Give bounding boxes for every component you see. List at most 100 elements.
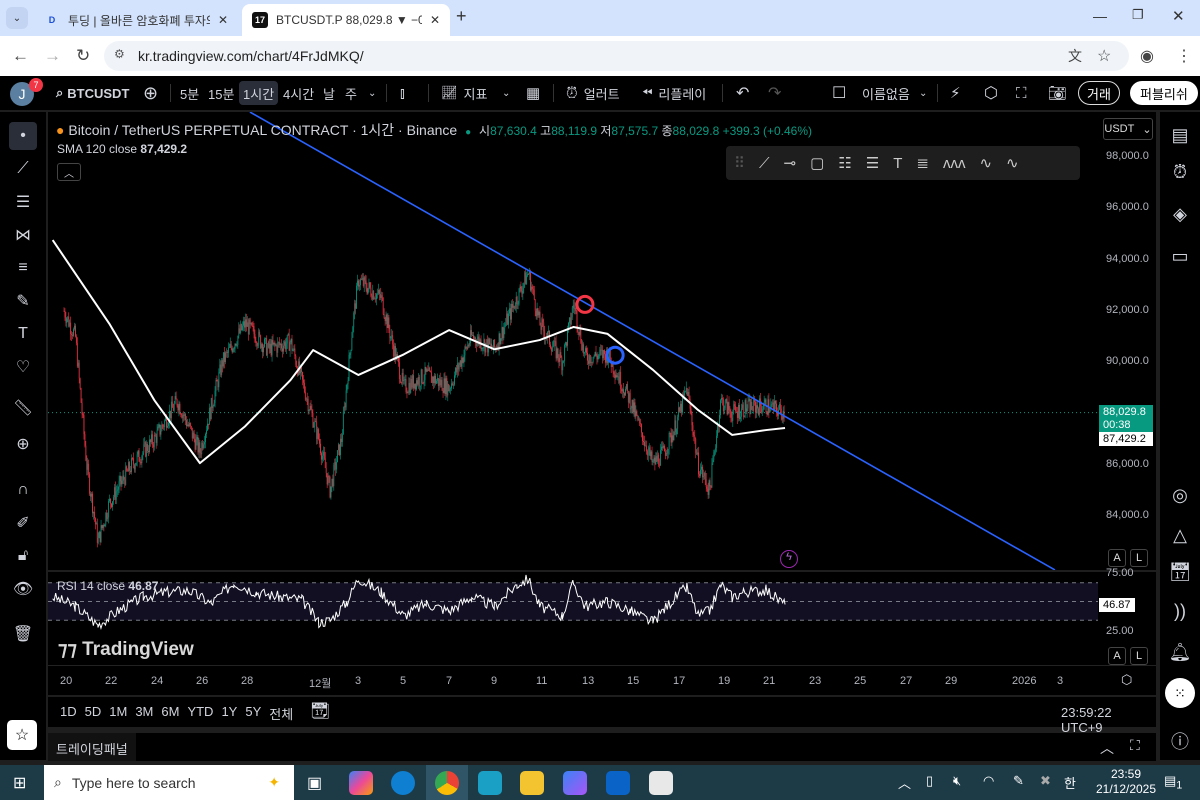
help-icon[interactable]: ⓘ	[1167, 728, 1193, 754]
log-scale-button[interactable]: L	[1130, 549, 1148, 567]
ime-indicator[interactable]: 한	[1064, 773, 1076, 792]
chart-pane[interactable]: ● Bitcoin / TetherUS PERPETUAL CONTRACT …	[48, 112, 1156, 695]
close-circle-icon[interactable]: ✖	[1040, 773, 1051, 789]
windows-start-icon[interactable]: ⊞	[13, 773, 26, 793]
heart-icon[interactable]: ♡	[9, 353, 37, 381]
ideas-icon[interactable]: △	[1167, 522, 1193, 548]
chat-icon[interactable]: ▭	[1167, 243, 1193, 269]
browser-tab-tradingview[interactable]: 17 BTCUSDT.P 88,029.8 ▼ −0.33% ✕	[242, 4, 450, 36]
notifications-bell-icon[interactable]: 🔔︎	[1167, 639, 1193, 665]
forward-icon[interactable]: →	[44, 46, 61, 66]
symbol-search-button[interactable]: ⌕ BTCUSDT	[52, 81, 133, 105]
close-tab-icon[interactable]: ✕	[430, 13, 440, 27]
calendar-icon[interactable]: 📅︎	[1167, 559, 1193, 585]
quick-search-icon[interactable]: ⚡︎	[946, 81, 965, 105]
task-view-icon[interactable]: ▣	[307, 773, 322, 793]
range-4[interactable]: 6M	[157, 704, 183, 723]
range-5[interactable]: YTD	[183, 704, 217, 723]
range-2[interactable]: 1M	[105, 704, 131, 723]
bookmark-star-icon[interactable]: ☆	[1097, 46, 1111, 66]
alerts-clock-icon[interactable]: ⏰︎	[1167, 159, 1193, 185]
elliott-wave-icon[interactable]: ∿	[979, 154, 992, 172]
chart-canvas[interactable]	[48, 112, 1156, 695]
tray-chevron-icon[interactable]: ︿	[898, 773, 911, 792]
head-shoulders-icon[interactable]: ᴧᴧᴧ	[943, 155, 966, 172]
translate-icon[interactable]: 文	[1068, 46, 1082, 66]
notification-center-icon[interactable]: ▤1	[1164, 773, 1182, 792]
edge-browser-icon[interactable]	[391, 771, 415, 795]
chrome-taskbar-item[interactable]	[426, 765, 468, 800]
settings-hexagon-icon[interactable]: ⬡	[980, 81, 1002, 105]
indicators-dropdown-icon[interactable]: ⌄	[498, 81, 514, 105]
trading-panel-tab[interactable]: 트레이딩패널	[48, 733, 136, 761]
drag-handle-icon[interactable]: ⠿	[734, 154, 745, 172]
range-6[interactable]: 1Y	[217, 704, 241, 723]
layout-checkbox-icon[interactable]: ☐	[828, 81, 850, 105]
taskbar-search-input[interactable]: ⌕ Type here to search ✦	[44, 765, 294, 800]
outlook-icon[interactable]	[606, 771, 630, 795]
cursor-dot-icon[interactable]: •	[9, 122, 37, 150]
interval-dropdown-icon[interactable]: ⌄	[364, 81, 380, 105]
publish-button[interactable]: 퍼블리쉬	[1130, 81, 1198, 105]
app-window-icon[interactable]	[478, 771, 502, 795]
watchlist-icon[interactable]: ▤	[1167, 122, 1193, 148]
lock-drawing-icon[interactable]: ✐	[9, 509, 37, 537]
currency-dropdown[interactable]: USDT ⌄	[1103, 118, 1153, 140]
trash-icon[interactable]: 🗑︎	[9, 620, 37, 648]
ruler-icon[interactable]: 📏︎	[9, 394, 37, 422]
range-1[interactable]: 5D	[81, 704, 106, 723]
interval-15m[interactable]: 15분	[204, 81, 238, 105]
favorites-star-icon[interactable]: ☆	[7, 720, 37, 750]
wifi-icon[interactable]: ◠	[983, 773, 994, 789]
abc-pattern-icon[interactable]: ∿	[1006, 154, 1019, 172]
apps-grid-icon[interactable]: ⁙	[1165, 678, 1195, 708]
horizontal-ray-icon[interactable]: ⊸	[784, 154, 797, 172]
pattern-tool-icon[interactable]: ⋈	[9, 221, 37, 249]
layout-dropdown-icon[interactable]: ⌄	[915, 81, 931, 105]
time-axis[interactable]: 20 22 24 26 28 12월 3 5 7 9 11 13 15 17 19 21 23 25 27 29 202…	[48, 665, 1156, 695]
minimize-icon[interactable]: —	[1093, 8, 1107, 24]
close-window-icon[interactable]: ✕	[1172, 7, 1185, 25]
line-tool-icon[interactable]: ⟋	[759, 155, 770, 172]
range-7[interactable]: 5Y	[241, 704, 265, 723]
zoom-in-icon[interactable]: ⊕	[9, 430, 37, 458]
close-tab-icon[interactable]: ✕	[218, 13, 228, 27]
interval-5m[interactable]: 5분	[176, 81, 203, 105]
store-icon[interactable]	[649, 771, 673, 795]
range-8[interactable]: 전체	[265, 704, 297, 723]
maximize-panel-icon[interactable]: ⛶	[1130, 737, 1140, 754]
forecast-tool-icon[interactable]: ≡	[9, 254, 37, 282]
taskbar-clock[interactable]: 23:59 21/12/2025	[1094, 767, 1158, 797]
collapse-legend-chevron-icon[interactable]: ︿	[57, 163, 81, 181]
camera-icon[interactable]: 📷︎	[1044, 81, 1071, 105]
site-info-icon[interactable]: ⚙	[114, 47, 125, 61]
new-tab-button[interactable]: +	[456, 6, 467, 27]
fullscreen-icon[interactable]: ⛶	[1012, 81, 1031, 105]
goto-date-icon[interactable]: 📆︎	[310, 701, 330, 721]
brush-tool-icon[interactable]: ✎	[9, 287, 37, 315]
regression-channel-icon[interactable]: ☰	[866, 154, 879, 172]
sma-legend[interactable]: SMA 120 close 87,429.2	[57, 142, 187, 156]
layout-grid-icon[interactable]: ▦	[522, 81, 544, 105]
indicators-button[interactable]: 📈︎ 지표	[437, 81, 491, 105]
eye-icon[interactable]: 👁︎	[9, 575, 37, 603]
layout-name-button[interactable]: 이름없음	[858, 81, 914, 105]
expand-panel-chevron-icon[interactable]: ︿	[1100, 738, 1114, 758]
rsi-legend[interactable]: RSI 14 close 46.87	[57, 579, 158, 593]
undo-icon[interactable]: ↶	[732, 81, 753, 105]
replay-button[interactable]: ⏪︎ 리플레이	[638, 81, 710, 105]
trade-button[interactable]: 거래	[1078, 81, 1120, 105]
copilot-app-icon[interactable]	[349, 771, 373, 795]
trendline-tool-icon[interactable]: ⟋	[9, 155, 37, 183]
m365-icon[interactable]	[563, 771, 587, 795]
menu-kebab-icon[interactable]: ⋮	[1176, 46, 1192, 66]
volume-muted-icon[interactable]: 🔇︎	[953, 773, 961, 789]
auto-scale-button[interactable]: A	[1108, 549, 1126, 567]
candle-type-icon[interactable]: ⫾	[396, 81, 409, 105]
interval-1h[interactable]: 1시간	[239, 81, 279, 105]
text-tool-icon[interactable]: T	[893, 155, 902, 172]
rsi-auto-scale-button[interactable]: A	[1108, 647, 1126, 665]
reload-icon[interactable]: ↻	[76, 46, 90, 66]
layers-icon[interactable]: ◈	[1167, 201, 1193, 227]
pane-separator[interactable]	[48, 570, 1156, 572]
